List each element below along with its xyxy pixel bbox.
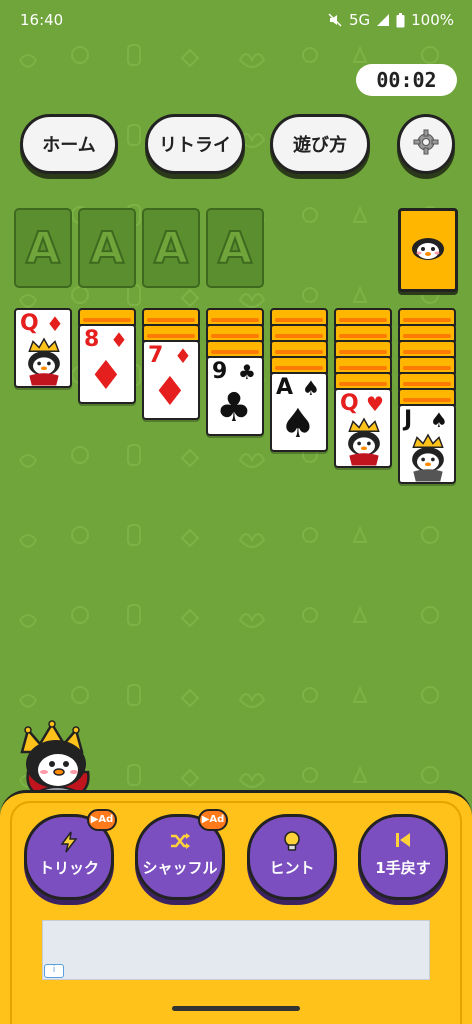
home-button[interactable]: ホーム <box>20 114 118 174</box>
home-indicator[interactable] <box>172 1006 300 1011</box>
undo-icon <box>394 831 412 853</box>
playing-card[interactable]: Q ♥ <box>334 388 392 468</box>
card-suit-small: ♣ <box>238 360 256 384</box>
hint-button[interactable]: ヒント <box>247 814 337 900</box>
card-suit-small: ♦ <box>110 328 128 352</box>
card-suit-large: ♣ <box>216 385 252 431</box>
trick-button[interactable]: ▶Ad トリック <box>24 809 117 900</box>
how-to-play-button[interactable]: 遊び方 <box>270 114 370 174</box>
playing-card[interactable]: 9 ♣ ♣ <box>206 356 264 436</box>
signal-icon <box>376 13 390 27</box>
playing-card[interactable]: A ♠ ♠ <box>270 372 328 452</box>
stock-pile[interactable] <box>398 208 458 292</box>
settings-button[interactable] <box>397 114 455 174</box>
playing-card[interactable]: Q ♦ <box>14 308 72 388</box>
card-suit-large: ♠ <box>280 401 316 447</box>
penguin-king-mascot <box>14 712 100 800</box>
mute-icon <box>327 12 343 28</box>
undo-button[interactable]: 1手戻す <box>358 814 448 900</box>
shuffle-button[interactable]: ▶Ad シャッフル <box>135 809 228 900</box>
penguin-face-art <box>22 336 66 390</box>
foundation-pile-1[interactable]: A <box>14 208 72 288</box>
playing-card[interactable]: 8 ♦ ♦ <box>78 324 136 404</box>
undo-label: 1手戻す <box>375 859 431 877</box>
card-rank: 8 <box>84 327 100 352</box>
card-suit-small: ♥ <box>366 392 384 416</box>
battery-icon <box>396 12 405 28</box>
card-suit-small: ♠ <box>302 376 320 400</box>
lightbulb-icon <box>283 831 301 857</box>
foundation-label: A <box>89 222 125 275</box>
ad-badge: ▶Ad <box>87 809 117 831</box>
shuffle-label: シャッフル <box>142 859 218 877</box>
card-suit-small: ♦ <box>174 344 192 368</box>
status-bar: 16:40 5G 100% <box>0 0 472 40</box>
foundation-label: A <box>25 222 61 275</box>
foundation-label: A <box>217 222 253 275</box>
foundation-pile-2[interactable]: A <box>78 208 136 288</box>
foundation-label: A <box>153 222 189 275</box>
gear-icon <box>413 129 439 159</box>
hint-label: ヒント <box>269 859 315 877</box>
card-rank: Q <box>340 391 359 416</box>
card-suit-small: ♠ <box>430 408 448 432</box>
card-suit-small: ♦ <box>46 312 64 336</box>
card-rank: 7 <box>148 343 164 368</box>
playing-card[interactable]: 7 ♦ ♦ <box>142 340 200 420</box>
status-time: 16:40 <box>20 11 64 29</box>
card-rank: A <box>276 375 294 400</box>
penguin-face-art <box>406 432 450 486</box>
trick-label: トリック <box>38 859 99 877</box>
ad-badge: ▶Ad <box>198 809 228 831</box>
penguin-face-art <box>342 416 386 470</box>
card-rank: Q <box>20 311 39 336</box>
retry-button[interactable]: リトライ <box>145 114 245 174</box>
playing-card[interactable]: J ♠ <box>398 404 456 484</box>
lightning-icon <box>59 831 79 857</box>
game-timer: 00:02 <box>356 64 457 96</box>
card-rank: 9 <box>212 359 228 384</box>
shuffle-icon <box>169 831 191 855</box>
ad-info-icon[interactable]: i <box>44 964 64 978</box>
network-label: 5G <box>348 11 371 29</box>
foundation-pile-3[interactable]: A <box>142 208 200 288</box>
ad-banner[interactable] <box>42 920 430 980</box>
card-suit-large: ♦ <box>88 353 124 399</box>
card-rank: J <box>404 407 413 432</box>
battery-percent: 100% <box>411 11 454 29</box>
foundation-pile-4[interactable]: A <box>206 208 264 288</box>
penguin-icon <box>410 235 446 265</box>
card-suit-large: ♦ <box>152 369 188 415</box>
